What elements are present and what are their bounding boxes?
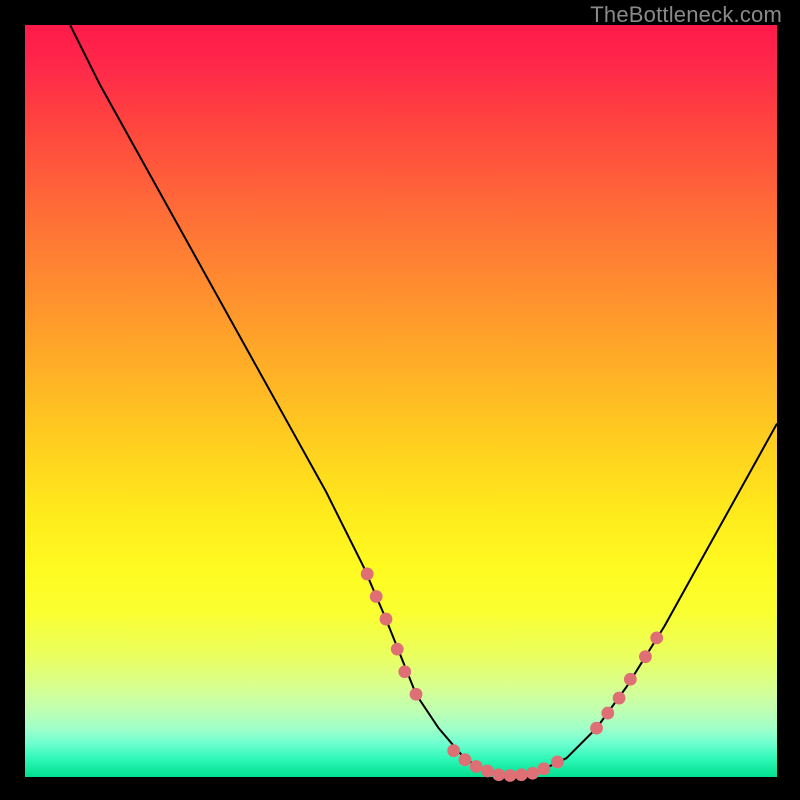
marker-dot	[492, 768, 505, 781]
marker-dot	[624, 673, 637, 686]
marker-dot	[526, 767, 539, 780]
marker-dot	[504, 769, 517, 782]
marker-dot	[650, 631, 663, 644]
marker-dot	[380, 613, 393, 626]
marker-dot	[537, 762, 550, 775]
marker-dot	[551, 756, 564, 769]
marker-dot	[459, 753, 472, 766]
marker-dot	[391, 643, 404, 656]
marker-dot	[470, 760, 483, 773]
marker-dot	[398, 665, 411, 678]
marker-dot	[410, 688, 423, 701]
curve-line	[70, 25, 777, 776]
marker-dot	[481, 765, 494, 778]
marker-dot	[639, 650, 652, 663]
marker-dot	[447, 744, 460, 757]
chart-svg	[25, 25, 777, 777]
marker-dot	[370, 590, 383, 603]
marker-dot	[590, 722, 603, 735]
marker-dot	[613, 692, 626, 705]
marker-dot	[361, 568, 374, 581]
marker-dot	[515, 768, 528, 781]
marker-dot	[601, 707, 614, 720]
chart-container: TheBottleneck.com	[0, 0, 800, 800]
plot-area	[25, 25, 777, 777]
